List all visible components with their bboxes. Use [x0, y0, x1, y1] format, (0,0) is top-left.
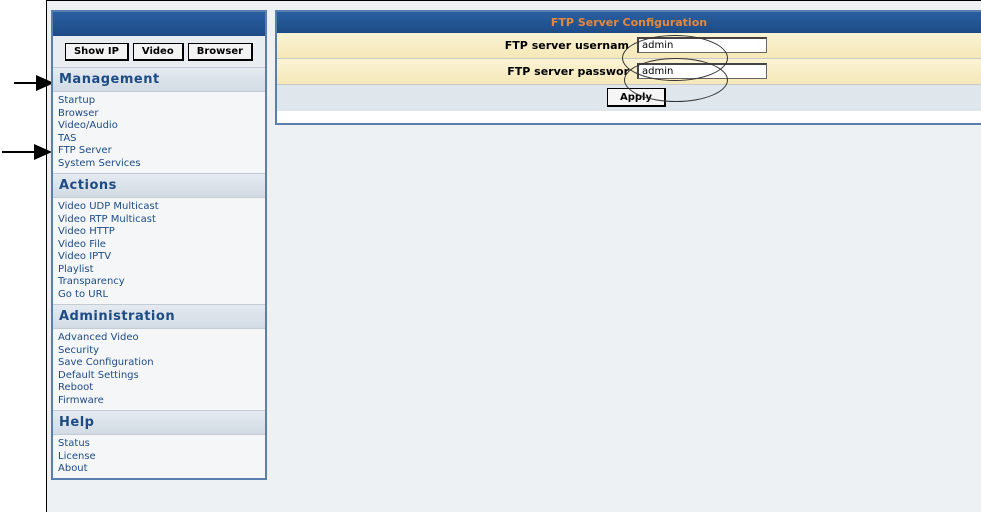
administration-items: Advanced Video Security Save Configurati… — [53, 329, 265, 410]
sidebar-item-video-http[interactable]: Video HTTP — [58, 226, 260, 239]
actions-items: Video UDP Multicast Video RTP Multicast … — [53, 198, 265, 304]
sidebar-item-transparency[interactable]: Transparency — [58, 276, 260, 289]
sidebar-item-security[interactable]: Security — [58, 345, 260, 358]
sidebar-item-browser[interactable]: Browser — [58, 108, 260, 121]
sidebar-item-system-services[interactable]: System Services — [58, 158, 260, 171]
sidebar-item-video-file[interactable]: Video File — [58, 239, 260, 252]
sidebar-item-video-audio[interactable]: Video/Audio — [58, 120, 260, 133]
sidebar-item-startup[interactable]: Startup — [58, 95, 260, 108]
sidebar-item-playlist[interactable]: Playlist — [58, 264, 260, 277]
section-actions: Actions — [53, 173, 265, 198]
sidebar-item-video-iptv[interactable]: Video IPTV — [58, 251, 260, 264]
sidebar-item-about[interactable]: About — [58, 463, 260, 476]
frame-border-top — [46, 0, 981, 1]
sidebar-item-video-rtp-multicast[interactable]: Video RTP Multicast — [58, 214, 260, 227]
username-label: FTP server usernam — [504, 39, 629, 52]
sidebar-item-status[interactable]: Status — [58, 438, 260, 451]
sidebar-item-license[interactable]: License — [58, 451, 260, 464]
sidebar-item-ftp-server[interactable]: FTP Server — [58, 145, 260, 158]
arrow-ftp-server-icon — [2, 144, 52, 160]
section-management: Management — [53, 67, 265, 92]
sidebar-item-advanced-video[interactable]: Advanced Video — [58, 332, 260, 345]
sidebar-item-default-settings[interactable]: Default Settings — [58, 370, 260, 383]
sidebar-item-tas[interactable]: TAS — [58, 133, 260, 146]
panel-title: FTP Server Configuration — [277, 12, 981, 33]
browser-button[interactable]: Browser — [187, 43, 254, 61]
sidebar-item-go-to-url[interactable]: Go to URL — [58, 289, 260, 302]
help-items: Status License About — [53, 435, 265, 479]
sidebar-item-video-udp-multicast[interactable]: Video UDP Multicast — [58, 201, 260, 214]
section-administration: Administration — [53, 304, 265, 329]
management-items: Startup Browser Video/Audio TAS FTP Serv… — [53, 92, 265, 173]
sidebar-button-row: Show IP Video Browser — [53, 36, 265, 67]
password-label: FTP server passwor — [507, 65, 629, 78]
sidebar: Show IP Video Browser Management Startup… — [51, 10, 267, 480]
section-help: Help — [53, 410, 265, 435]
video-button[interactable]: Video — [132, 43, 184, 61]
sidebar-item-reboot[interactable]: Reboot — [58, 382, 260, 395]
sidebar-header — [53, 12, 265, 36]
show-ip-button[interactable]: Show IP — [64, 43, 129, 61]
annotation-circle-password — [624, 58, 728, 102]
sidebar-item-save-configuration[interactable]: Save Configuration — [58, 357, 260, 370]
arrow-management-icon — [14, 75, 54, 91]
sidebar-item-firmware[interactable]: Firmware — [58, 395, 260, 408]
